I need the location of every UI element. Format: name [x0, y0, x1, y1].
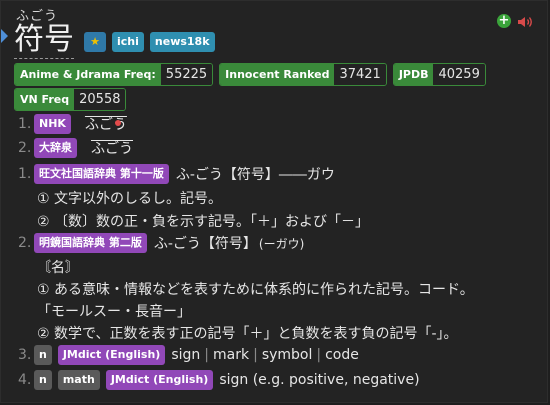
definition-line: ② 〔数〕数の正・負を示す記号。「＋」および「－」 [37, 214, 369, 230]
source-tag-jmdict[interactable]: JMdict (English) [57, 345, 166, 365]
definition-line: 「モールスー・長音ー」 [37, 304, 191, 320]
entry-actions: + [497, 14, 535, 28]
definition-line: ① ある意味・情報などを表すために体系的に作られた記号。コード。 [37, 282, 474, 298]
source-tag-daijisen[interactable]: 大辞泉 [34, 138, 77, 158]
freq-innocent[interactable]: Innocent Ranked 37421 [219, 63, 387, 86]
gloss: sign [171, 347, 201, 363]
frequency-row-2: VN Freq 20558 [14, 88, 127, 111]
frequency-row-1: Anime & Jdrama Freq: 55225 Innocent Ranke… [14, 63, 486, 86]
star-icon[interactable]: ★ [84, 32, 106, 52]
entry-marker [1, 29, 8, 43]
definition-head: ふ-ごう【符号】――ガウ [175, 167, 335, 183]
gloss-separator: | [253, 347, 258, 363]
headword-kanji[interactable]: 符号 [14, 24, 74, 59]
speaker-icon[interactable] [517, 14, 535, 28]
source-tag-obunsha[interactable]: 旺文社国語辞典 第十一版 [34, 164, 169, 184]
freq-anime[interactable]: Anime & Jdrama Freq: 55225 [14, 63, 214, 86]
pitch-item: 2. 大辞泉 ふごう [18, 138, 133, 158]
gloss: mark [213, 347, 250, 363]
definition-line: 〘名〙 [37, 260, 79, 276]
tag-ichi[interactable]: ichi [112, 32, 144, 52]
definition-2: 2. 明鏡国語辞典 第二版 ふ-ごう【符号】 (ーガウ) [18, 233, 305, 253]
pos-tag[interactable]: n [34, 370, 52, 390]
pitch-downstep-dot [114, 120, 121, 126]
headword: ふごう 符号 [14, 5, 74, 59]
gloss: symbol [261, 347, 313, 363]
source-tag-jmdict[interactable]: JMdict (English) [105, 370, 214, 390]
pos-tag[interactable]: n [34, 345, 52, 365]
gloss-separator: | [204, 347, 210, 363]
definition-head-note: (ーガウ) [258, 236, 305, 251]
gloss-separator: | [316, 347, 322, 363]
source-tag-nhk[interactable]: NHK [34, 114, 71, 134]
definition-head: ふ-ごう【符号】 [153, 236, 257, 252]
freq-jpdb[interactable]: JPDB 40259 [392, 63, 486, 86]
headword-tags: ★ ichi news18k [84, 32, 215, 52]
popup-panel: ふごう 符号 ★ ichi news18k + Anime & Jdrama F… [0, 0, 548, 403]
tag-news18k[interactable]: news18k [149, 32, 215, 52]
freq-vn[interactable]: VN Freq 20558 [14, 88, 127, 111]
definition-line: ② 数学で、正数を表す正の記号「＋」と負数を表す負の記号「-」。 [37, 326, 458, 342]
definition-line: ① 文字以外のしるし。記号。 [37, 191, 223, 207]
definition-3: 3. n JMdict (English) sign | mark | symb… [18, 345, 359, 365]
definition-4: 4. n math JMdict (English) sign (e.g. po… [18, 370, 420, 390]
add-note-icon[interactable]: + [497, 14, 511, 28]
definition-1: 1. 旺文社国語辞典 第十一版 ふ-ごう【符号】――ガウ [18, 164, 335, 184]
pitch-item: 1. NHK ふごう [18, 114, 127, 134]
misc-tag[interactable]: math [57, 370, 100, 390]
source-tag-meikyo[interactable]: 明鏡国語辞典 第二版 [34, 233, 147, 253]
gloss: code [325, 347, 359, 363]
gloss: sign (e.g. positive, negative) [219, 372, 420, 388]
pitch-reading: ふごう [91, 141, 133, 157]
